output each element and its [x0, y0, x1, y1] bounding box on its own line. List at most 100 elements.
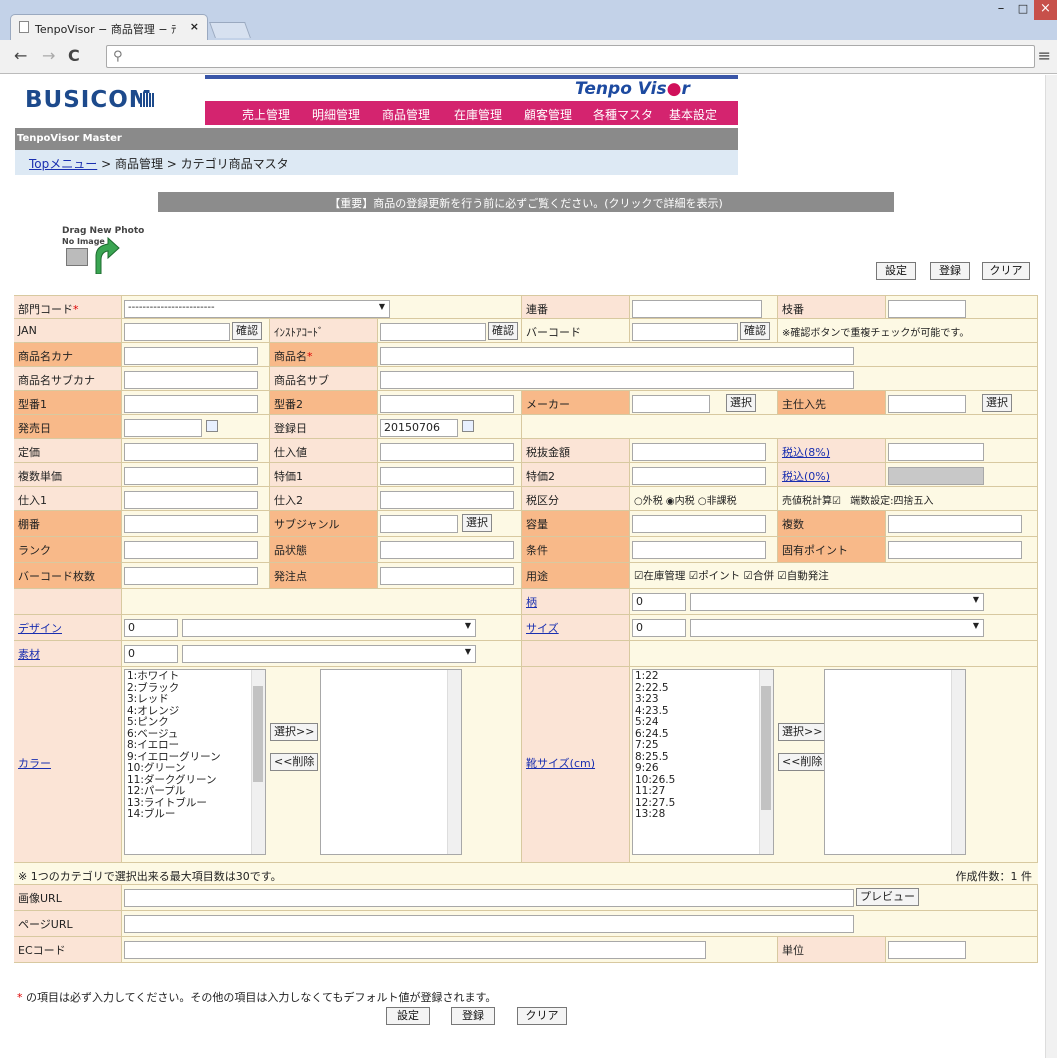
page-url-input[interactable]: [124, 915, 854, 933]
menu-products[interactable]: 商品管理: [382, 106, 430, 123]
reorder-input[interactable]: [380, 567, 514, 585]
list-price-input[interactable]: [124, 443, 258, 461]
color-selected-listbox[interactable]: [320, 669, 462, 855]
settings-button-top[interactable]: 設定: [876, 262, 916, 280]
list-option[interactable]: 1:22: [635, 670, 771, 683]
special1-input[interactable]: [380, 467, 514, 485]
material-code-input[interactable]: 0: [124, 645, 178, 663]
tax-ex-radio[interactable]: ○: [634, 496, 643, 507]
taxin8-input[interactable]: [888, 443, 984, 461]
subgenre-input[interactable]: [380, 515, 458, 533]
clear-button-top[interactable]: クリア: [982, 262, 1030, 280]
multi-price-input[interactable]: [124, 467, 258, 485]
release-date-input[interactable]: [124, 419, 202, 437]
preview-button[interactable]: プレビュー: [856, 888, 919, 906]
instore-input[interactable]: [380, 323, 486, 341]
register-button-top[interactable]: 登録: [930, 262, 970, 280]
rank-input[interactable]: [124, 541, 258, 559]
pattern-select[interactable]: ▼: [690, 593, 984, 611]
calendar-icon[interactable]: [206, 420, 218, 432]
menu-detail[interactable]: 明細管理: [312, 106, 360, 123]
list-option[interactable]: 3:23: [635, 693, 771, 706]
tax-free-radio[interactable]: ○: [698, 496, 707, 507]
shoe-size-link[interactable]: 靴サイズ(cm): [526, 757, 595, 770]
model1-input[interactable]: [124, 395, 258, 413]
taxin8-link[interactable]: 税込(8%): [782, 446, 830, 459]
minimize-button[interactable]: –: [990, 0, 1012, 20]
register-button-bottom[interactable]: 登録: [451, 1007, 495, 1025]
important-notice-bar[interactable]: 【重要】商品の登録更新を行う前に必ずご覧ください。(クリックで詳細を表示): [158, 192, 894, 212]
edaban-input[interactable]: [888, 300, 966, 318]
calendar-icon[interactable]: [462, 420, 474, 432]
sales-tax-checkbox[interactable]: ☑: [832, 496, 841, 507]
ec-code-input[interactable]: [124, 941, 706, 959]
list-option[interactable]: 14:ブルー: [127, 808, 263, 821]
supplier-select-button[interactable]: 選択: [982, 394, 1012, 412]
size-select[interactable]: ▼: [690, 619, 984, 637]
jan-confirm-button[interactable]: 確認: [232, 322, 262, 340]
menu-masters[interactable]: 各種マスタ: [593, 106, 653, 123]
barcode-confirm-button[interactable]: 確認: [740, 322, 770, 340]
new-tab-button[interactable]: [209, 22, 251, 38]
list-option[interactable]: 3:レッド: [127, 693, 263, 706]
purchase1-input[interactable]: [124, 491, 258, 509]
design-select[interactable]: ▼: [182, 619, 476, 637]
material-link[interactable]: 素材: [18, 648, 40, 661]
menu-sales[interactable]: 売上管理: [242, 106, 290, 123]
special2-input[interactable]: [632, 467, 766, 485]
settings-button-bottom[interactable]: 設定: [386, 1007, 430, 1025]
design-code-input[interactable]: 0: [124, 619, 178, 637]
terms-input[interactable]: [632, 541, 766, 559]
points-input[interactable]: [888, 541, 1022, 559]
instore-confirm-button[interactable]: 確認: [488, 322, 518, 340]
usage-auto-order-checkbox[interactable]: ☑: [777, 570, 786, 582]
usage-inventory-checkbox[interactable]: ☑: [634, 570, 643, 582]
maker-input[interactable]: [632, 395, 710, 413]
maker-select-button[interactable]: 選択: [726, 394, 756, 412]
browser-tab[interactable]: TenpoVisor − 商品管理 − ﾃ ×: [10, 14, 208, 40]
clear-button-bottom[interactable]: クリア: [517, 1007, 567, 1025]
pretax-input[interactable]: [632, 443, 766, 461]
size-code-input[interactable]: 0: [632, 619, 686, 637]
list-option[interactable]: 11:27: [635, 785, 771, 798]
list-option[interactable]: 7:25: [635, 739, 771, 752]
color-add-button[interactable]: 選択>>: [270, 723, 319, 741]
kana-input[interactable]: [124, 347, 258, 365]
design-link[interactable]: デザイン: [18, 622, 62, 635]
subname-input[interactable]: [380, 371, 854, 389]
image-url-input[interactable]: [124, 889, 854, 907]
product-name-input[interactable]: [380, 347, 854, 365]
cost-input[interactable]: [380, 443, 514, 461]
multiple-input[interactable]: [888, 515, 1022, 533]
subkana-input[interactable]: [124, 371, 258, 389]
model2-input[interactable]: [380, 395, 514, 413]
taxin0-link[interactable]: 税込(0%): [782, 470, 830, 483]
shoe-list-scrollbar[interactable]: [759, 670, 773, 854]
barcode-count-input[interactable]: [124, 567, 258, 585]
condition-input[interactable]: [380, 541, 514, 559]
material-select[interactable]: ▼: [182, 645, 476, 663]
pattern-code-input[interactable]: 0: [632, 593, 686, 611]
breadcrumb-top-link[interactable]: Topメニュー: [29, 157, 97, 171]
bumon-select[interactable]: ------------------------ ▼: [124, 300, 390, 318]
address-bar[interactable]: ⚲: [106, 45, 1035, 68]
shoe-add-button[interactable]: 選択>>: [778, 723, 827, 741]
window-close-button[interactable]: ×: [1034, 0, 1057, 20]
list-option[interactable]: 8:イエロー: [127, 739, 263, 752]
jan-input[interactable]: [124, 323, 230, 341]
list-option[interactable]: 13:28: [635, 808, 771, 821]
list-option[interactable]: 10:グリーン: [127, 762, 263, 775]
shoe-remove-button[interactable]: <<削除: [778, 753, 827, 771]
purchase2-input[interactable]: [380, 491, 514, 509]
list-option[interactable]: 5:24: [635, 716, 771, 729]
list-option[interactable]: 5:ピンク: [127, 716, 263, 729]
color-listbox[interactable]: 1:ホワイト 2:ブラック 3:レッド 4:オレンジ 5:ピンク 6:ベージュ 8:イエロー…: [124, 669, 266, 855]
shoe-size-listbox[interactable]: 1:22 2:22.5 3:23 4:23.5 5:24 6:24.5 7:25 8:25.5…: [632, 669, 774, 855]
color-list-scrollbar[interactable]: [251, 670, 265, 854]
reg-date-input[interactable]: 20150706: [380, 419, 458, 437]
menu-inventory[interactable]: 在庫管理: [454, 106, 502, 123]
pattern-link[interactable]: 柄: [526, 596, 537, 609]
capacity-input[interactable]: [632, 515, 766, 533]
photo-drop-area[interactable]: Drag New Photo No Image: [62, 226, 144, 276]
reload-icon[interactable]: C: [68, 46, 80, 65]
